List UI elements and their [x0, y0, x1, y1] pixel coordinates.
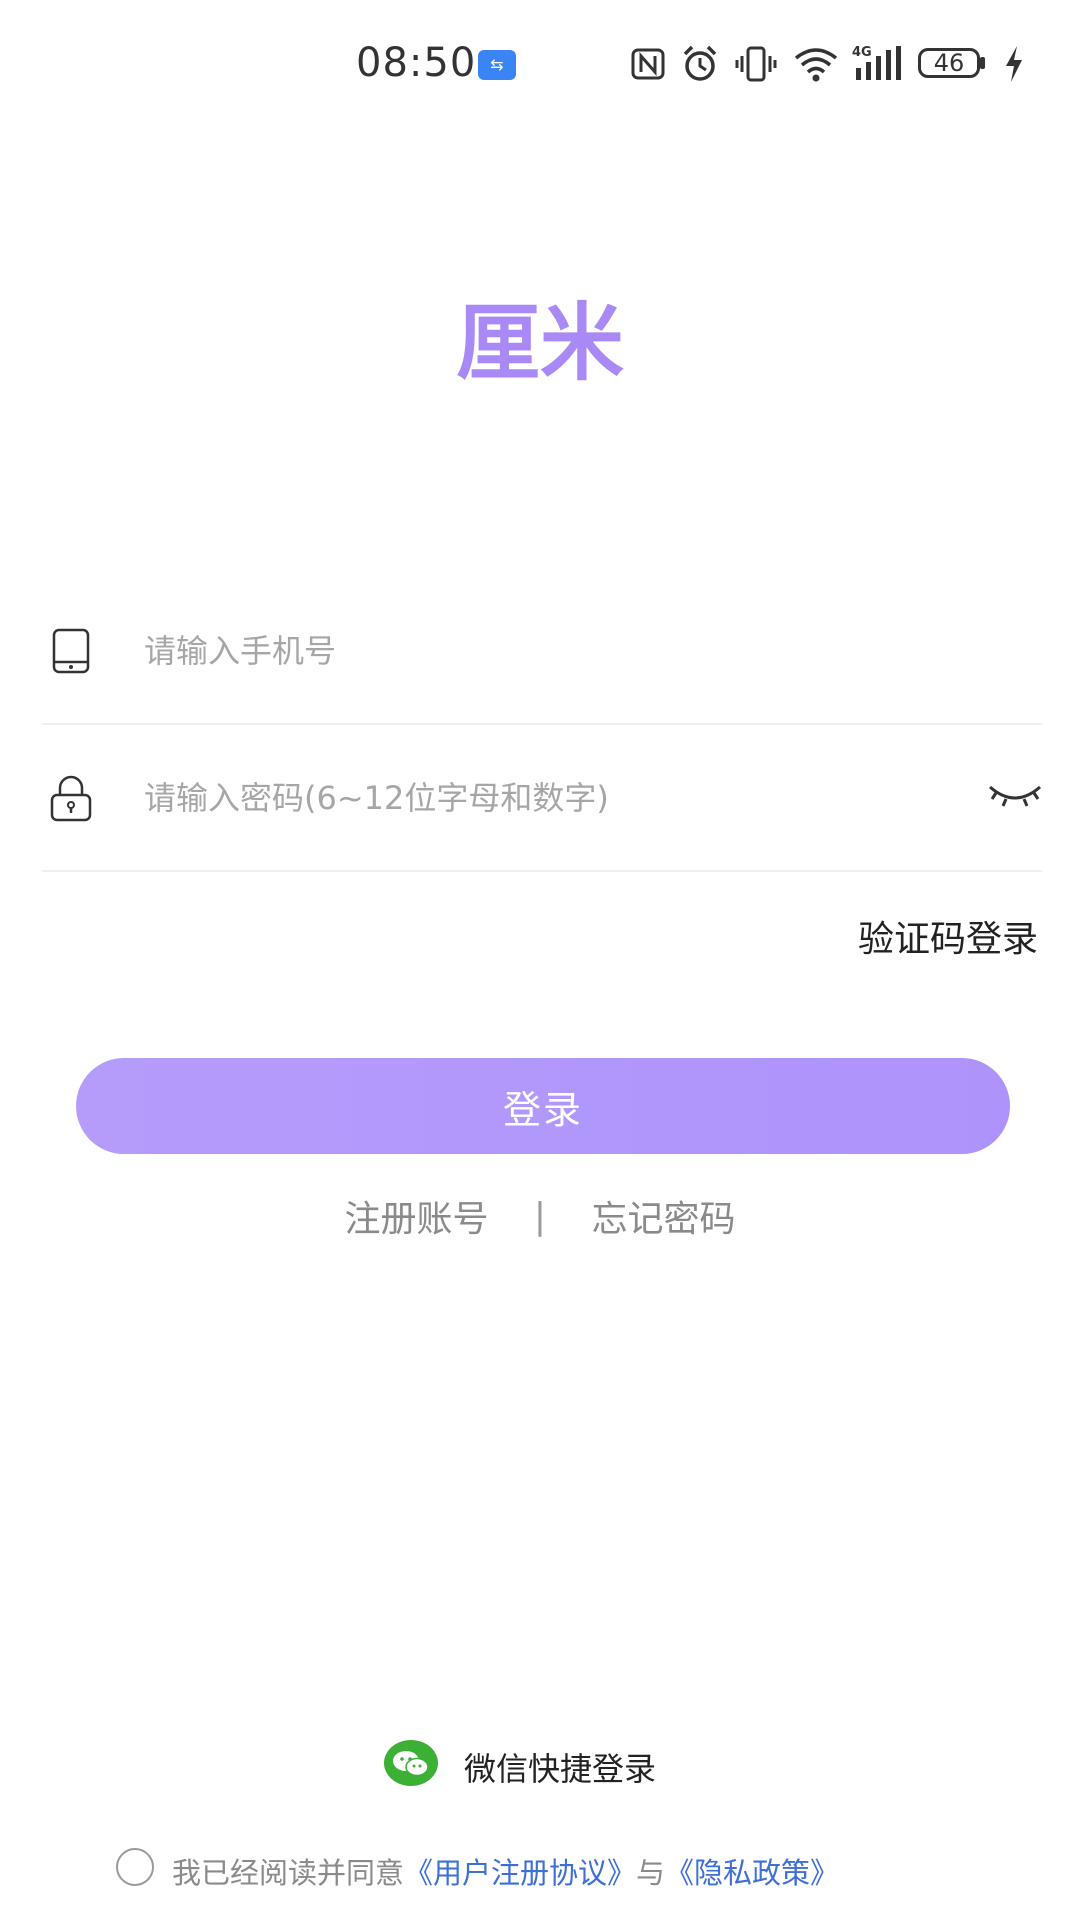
- phone-field-row: [42, 578, 1042, 725]
- alarm-icon: [683, 45, 717, 81]
- lock-icon: [50, 775, 92, 822]
- password-field-row: [42, 725, 1042, 872]
- phone-icon: [52, 628, 90, 674]
- agreement-row: 我已经阅读并同意《用户注册协议》与《隐私政策》: [116, 1846, 1016, 1890]
- wechat-login-label: 微信快捷登录: [464, 1750, 657, 1788]
- password-input[interactable]: [142, 767, 906, 829]
- phone-input[interactable]: [142, 620, 906, 682]
- status-bar: 08:50 ⇆ 4G 46: [0, 0, 1080, 130]
- battery-level: 46: [918, 48, 980, 78]
- wechat-login-button[interactable]: 微信快捷登录: [384, 1738, 704, 1794]
- login-screen: 08:50 ⇆ 4G 46 厘米 请输入手机号 验证码登录 登录 注册账号 | …: [0, 0, 1080, 1920]
- charging-icon: [1006, 46, 1022, 82]
- app-logo: 厘米: [456, 296, 624, 386]
- terms-link[interactable]: 《用户注册协议》: [404, 1856, 636, 1890]
- status-time: 08:50: [356, 40, 477, 86]
- logo-text: 厘米: [456, 296, 624, 386]
- agreement-checkbox[interactable]: [116, 1848, 154, 1886]
- login-button[interactable]: 登录: [76, 1058, 1010, 1154]
- wechat-icon: [384, 1740, 438, 1786]
- battery-icon: 46: [918, 42, 988, 86]
- register-link[interactable]: 注册账号: [344, 1190, 488, 1242]
- agreement-prefix: 我已经阅读并同意: [172, 1856, 405, 1890]
- agreement-and: 与: [636, 1856, 666, 1890]
- links-separator: |: [533, 1195, 547, 1237]
- sms-code-login-link[interactable]: 验证码登录: [858, 910, 1038, 962]
- nfc-icon: [631, 48, 665, 80]
- usb-icon: ⇆: [478, 50, 516, 80]
- eye-closed-icon[interactable]: [988, 777, 1042, 813]
- signal-4g-icon: 4G: [852, 45, 901, 80]
- wifi-icon: [794, 48, 838, 82]
- agreement-text: 我已经阅读并同意《用户注册协议》与《隐私政策》: [172, 1850, 839, 1892]
- forgot-password-link[interactable]: 忘记密码: [592, 1190, 736, 1242]
- privacy-link[interactable]: 《隐私政策》: [665, 1856, 839, 1890]
- account-links: 注册账号 | 忘记密码: [0, 1190, 1080, 1246]
- svg-text:4G: 4G: [852, 45, 872, 60]
- vibrate-icon: [735, 46, 777, 82]
